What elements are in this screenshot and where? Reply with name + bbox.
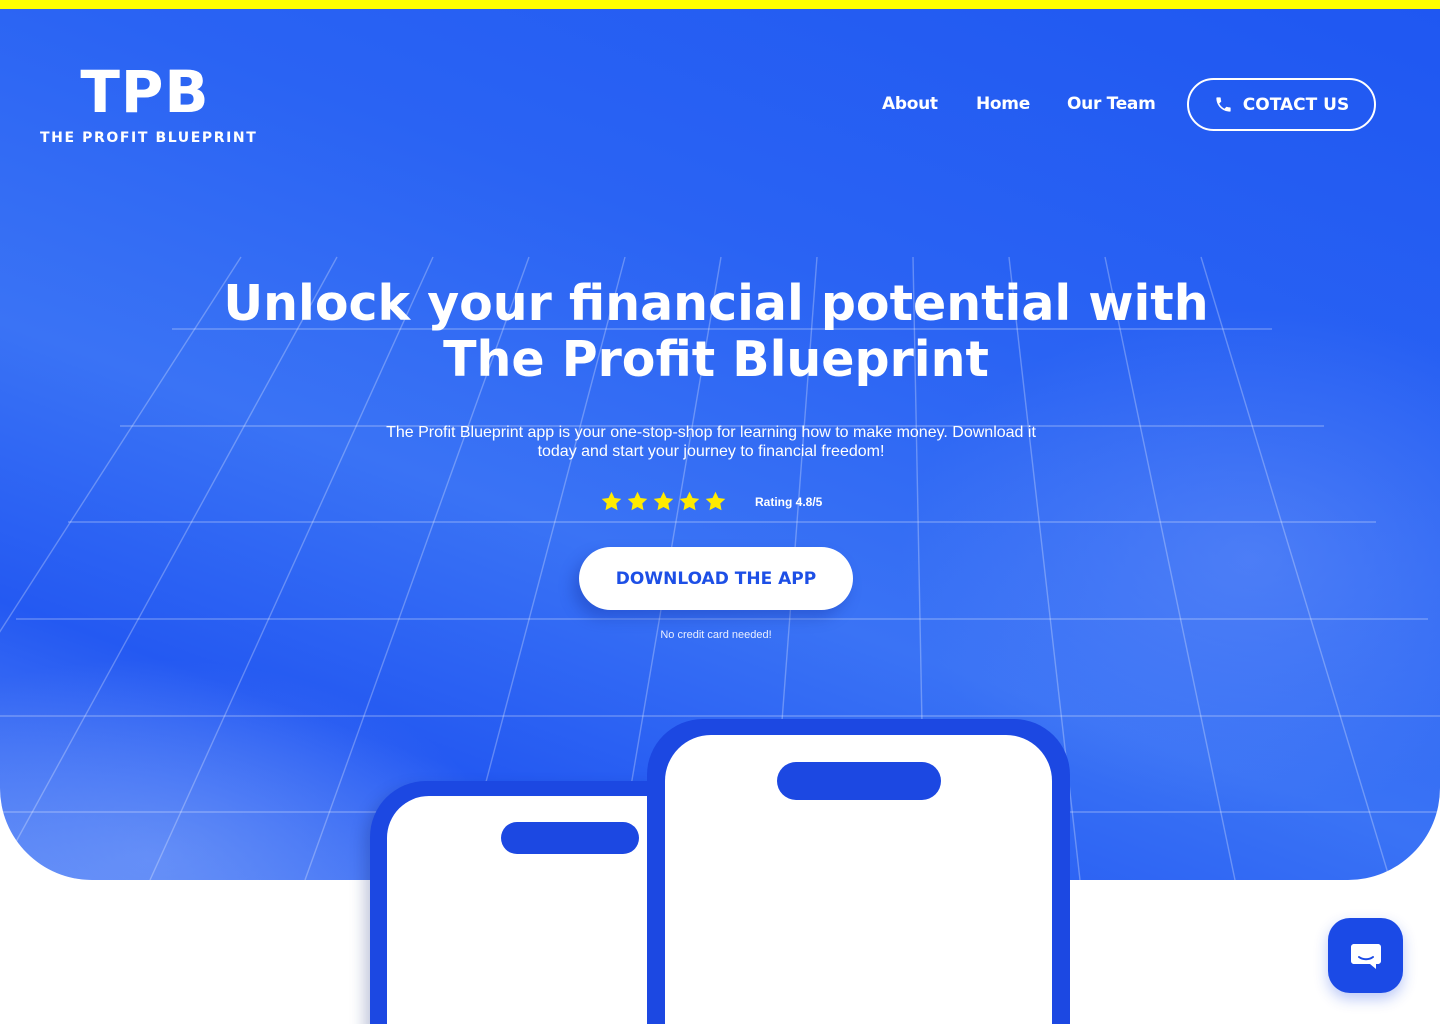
nav-link-home[interactable]: Home <box>976 94 1030 114</box>
star-rating <box>600 490 727 513</box>
star-icon <box>653 491 674 511</box>
no-credit-card-note: No credit card needed! <box>660 629 772 641</box>
phone-mockup-back <box>370 781 660 1024</box>
contact-us-label: COTACT US <box>1242 94 1350 115</box>
phone-notch <box>501 822 639 854</box>
phone-icon <box>1216 97 1231 112</box>
rating-block: Rating 4.8/5 <box>600 490 840 514</box>
nav-link-about[interactable]: About <box>882 94 938 114</box>
phone-notch <box>777 762 941 800</box>
hero-subtext: The Profit Blueprint app is your one-sto… <box>386 424 1036 460</box>
rating-label: Rating 4.8/5 <box>755 495 823 509</box>
top-accent-strip <box>0 0 1440 9</box>
star-icon <box>679 491 700 511</box>
star-icon <box>705 491 726 511</box>
chat-widget-button[interactable] <box>1328 918 1403 993</box>
brand-logo[interactable]: TPB THE PROFIT BLUEPRINT <box>40 58 258 146</box>
nav-link-our-team[interactable]: Our Team <box>1067 94 1156 114</box>
logo-mark: TPB <box>80 58 210 126</box>
chat-bubble-icon <box>1350 943 1381 969</box>
phone-mockup-front <box>647 719 1070 1024</box>
hero-headline: Unlock your financial potential with The… <box>223 275 1209 388</box>
star-icon <box>627 491 648 511</box>
contact-us-button[interactable]: COTACT US <box>1187 78 1376 131</box>
star-icon <box>601 491 622 511</box>
download-app-button[interactable]: DOWNLOAD THE APP <box>579 547 853 610</box>
logo-wordmark: THE PROFIT BLUEPRINT <box>40 130 258 146</box>
